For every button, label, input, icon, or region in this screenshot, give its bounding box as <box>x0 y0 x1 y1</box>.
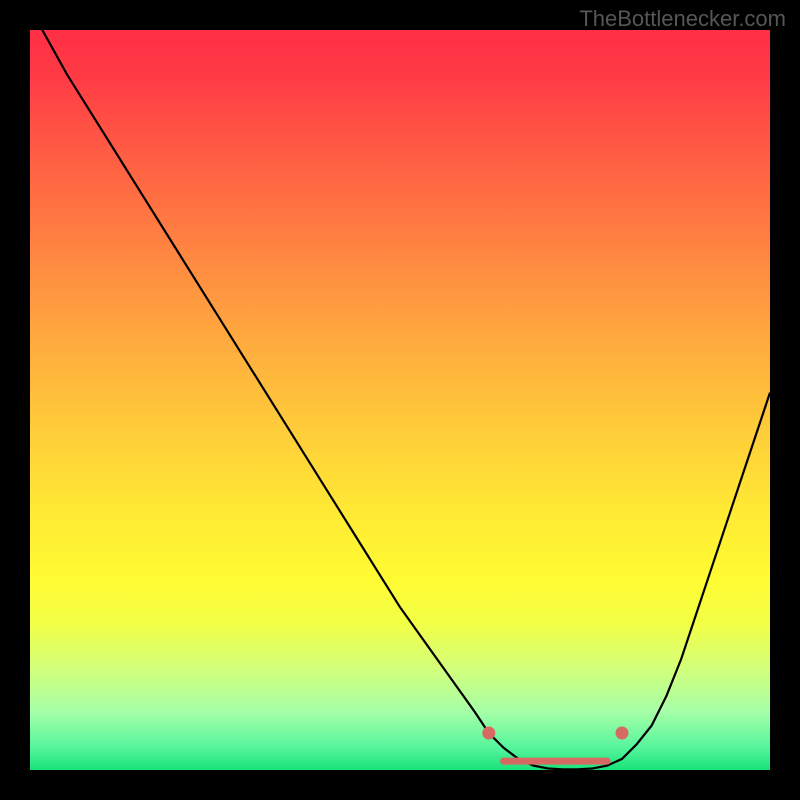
chart-container: TheBottlenecker.com <box>0 0 800 800</box>
watermark-text: TheBottlenecker.com <box>579 6 786 32</box>
chart-svg <box>30 30 770 770</box>
right-marker <box>616 727 629 740</box>
left-marker <box>482 727 495 740</box>
gradient-background <box>30 30 770 770</box>
